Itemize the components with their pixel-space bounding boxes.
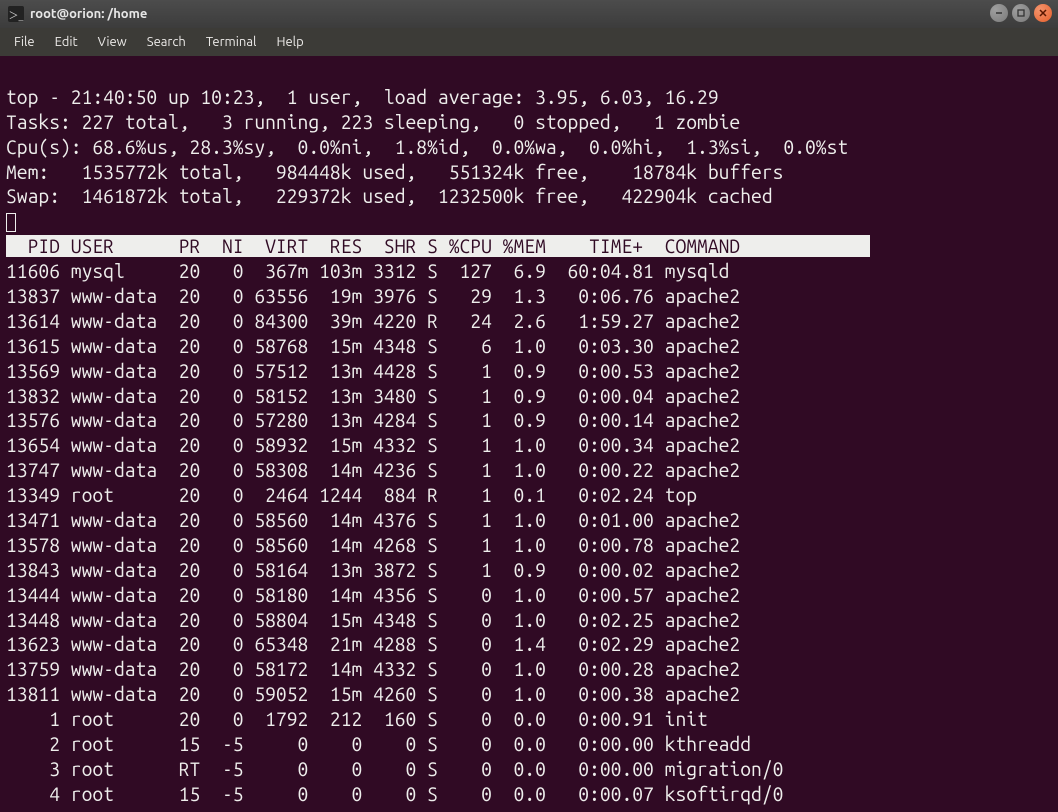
close-button[interactable] [1034,4,1052,22]
top-summary-line4: Mem: 1535772k total, 984448k used, 55132… [6,161,783,183]
menu-terminal[interactable]: Terminal [198,33,265,51]
process-list: 11606 mysql 20 0 367m 103m 3312 S 127 6.… [6,259,1052,807]
window-controls [990,4,1052,22]
terminal-cursor [6,213,16,232]
minimize-button[interactable] [990,4,1008,22]
menu-help[interactable]: Help [268,33,311,51]
terminal-area[interactable]: top - 21:40:50 up 10:23, 1 user, load av… [0,56,1058,807]
maximize-button[interactable] [1012,4,1030,22]
menu-bar: File Edit View Search Terminal Help [0,28,1058,56]
terminal-app-icon: ＞_ [8,6,24,22]
top-summary-line3: Cpu(s): 68.6%us, 28.3%sy, 0.0%ni, 1.8%id… [6,136,848,158]
top-summary-line1: top - 21:40:50 up 10:23, 1 user, load av… [6,86,719,108]
menu-edit[interactable]: Edit [47,33,86,51]
menu-file[interactable]: File [6,33,43,51]
window-title: root@orion: /home [30,7,147,21]
window-titlebar: ＞_ root@orion: /home [0,0,1058,28]
top-column-header: PID USER PR NI VIRT RES SHR S %CPU %MEM … [6,235,870,257]
top-summary-line5: Swap: 1461872k total, 229372k used, 1232… [6,185,773,207]
menu-view[interactable]: View [90,33,135,51]
menu-search[interactable]: Search [139,33,194,51]
top-summary-line2: Tasks: 227 total, 3 running, 223 sleepin… [6,111,740,133]
